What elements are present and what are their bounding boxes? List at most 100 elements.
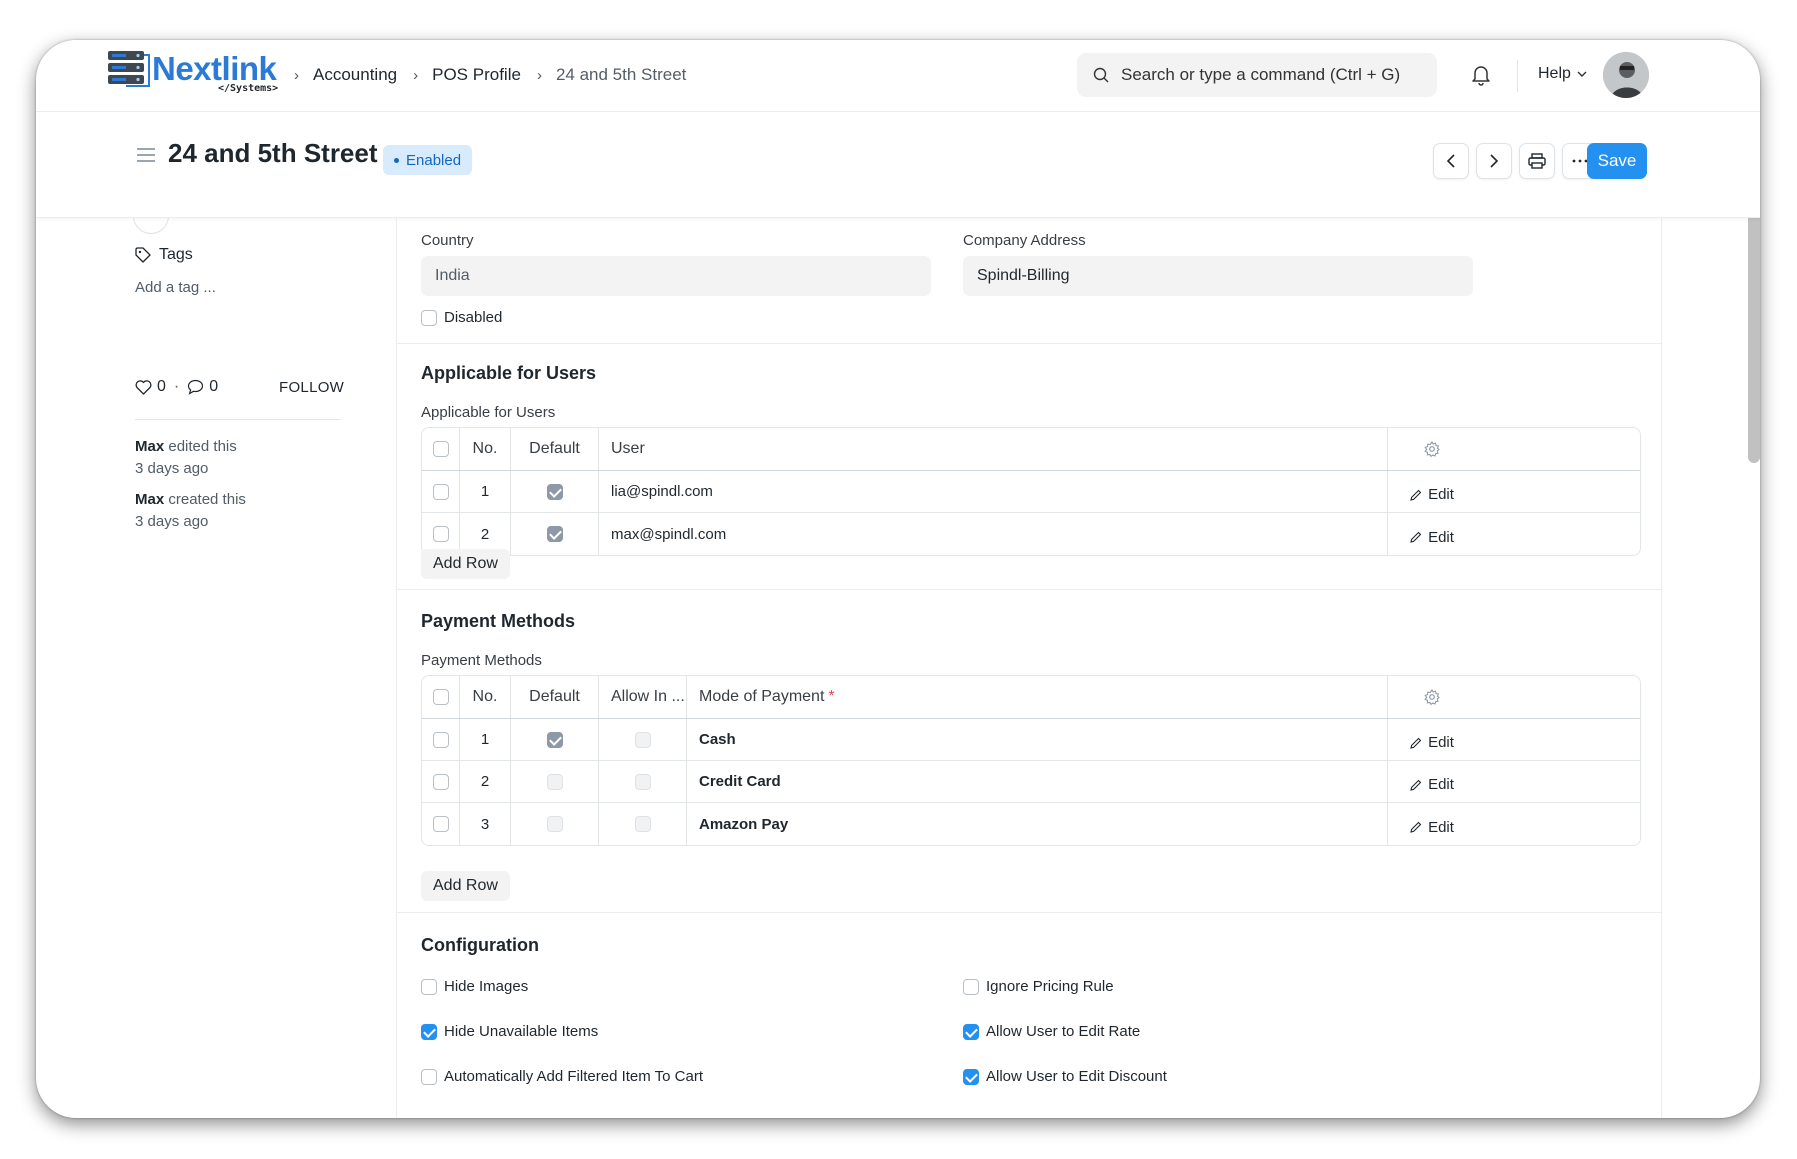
activity-user[interactable]: Max [135, 491, 164, 508]
activity-user[interactable]: Max [135, 438, 164, 455]
hide-unavailable-items-checkbox[interactable] [421, 1024, 437, 1040]
tags-label: Tags [135, 246, 193, 264]
avatar[interactable] [1603, 52, 1649, 98]
table-row[interactable]: 1 lia@spindl.com Edit [422, 471, 1640, 513]
allow-checkbox[interactable] [634, 816, 651, 832]
default-checkbox[interactable] [546, 816, 563, 832]
sidebar-divider [135, 419, 341, 420]
default-checkbox[interactable] [546, 773, 563, 790]
column-header: Mode of Payment * [687, 676, 1388, 718]
add-row-button[interactable]: Add Row [421, 549, 510, 579]
mode-of-payment-value: Cash [699, 731, 736, 748]
chevron-right-icon: › [413, 66, 419, 84]
user-cell[interactable]: lia@spindl.com [599, 471, 1388, 512]
row-number: 2 [460, 761, 511, 802]
heart-icon[interactable] [135, 379, 152, 395]
edit-cell: Edit [1388, 719, 1476, 760]
activity-time: 3 days ago [135, 513, 209, 530]
status-dot [394, 157, 399, 163]
logo[interactable]: Nextlink </Systems> [106, 50, 281, 96]
hamburger-icon[interactable] [136, 147, 156, 163]
row-checkbox[interactable] [432, 731, 449, 748]
table-row[interactable]: 3 Amazon Pay Edit [422, 803, 1640, 845]
row-select-cell [422, 803, 460, 845]
hide-unavailable-items-label: Hide Unavailable Items [444, 1023, 599, 1040]
add-tag-link[interactable]: Add a tag ... [135, 279, 216, 296]
row-number: 3 [460, 803, 511, 845]
edit-row-button[interactable]: Edit [1410, 486, 1454, 503]
allow-edit-discount-checkbox[interactable] [963, 1069, 979, 1085]
row-checkbox[interactable] [432, 773, 449, 790]
users-table-label: Applicable for Users [421, 404, 556, 421]
tag-icon [135, 247, 151, 263]
page-title: 24 and 5th Street [168, 138, 378, 168]
country-field[interactable]: India [421, 256, 931, 296]
column-header: User [599, 428, 1388, 470]
user-cell[interactable]: max@spindl.com [599, 513, 1388, 555]
row-checkbox[interactable] [432, 526, 449, 542]
table-row[interactable]: 2 max@spindl.com Edit [422, 513, 1640, 555]
pencil-icon [1410, 737, 1422, 749]
row-number: 1 [460, 719, 511, 760]
help-dropdown[interactable]: Help [1538, 65, 1587, 83]
previous-button[interactable] [1433, 143, 1469, 179]
allow-edit-rate-checkbox[interactable] [963, 1024, 979, 1040]
ignore-pricing-rule-checkbox[interactable] [963, 979, 979, 995]
navbar-divider [1517, 60, 1518, 92]
mode-cell[interactable]: Cash [687, 719, 1388, 760]
allow-cell [599, 719, 687, 760]
default-checkbox[interactable] [546, 526, 563, 542]
configuration-section: Configuration Hide Images Hide Unavailab… [397, 913, 1661, 1118]
gear-icon[interactable] [1424, 441, 1440, 457]
default-checkbox[interactable] [546, 483, 563, 500]
breadcrumb-current[interactable]: 24 and 5th Street [556, 65, 686, 85]
table-row[interactable]: 1 Cash Edit [422, 719, 1640, 761]
breadcrumb-accounting[interactable]: Accounting [313, 65, 397, 85]
mode-cell[interactable]: Credit Card [687, 761, 1388, 802]
edit-row-button[interactable]: Edit [1410, 529, 1454, 546]
company-address-field[interactable]: Spindl-Billing [963, 256, 1473, 296]
save-button[interactable]: Save [1587, 143, 1647, 179]
auto-add-filtered-item-label: Automatically Add Filtered Item To Cart [444, 1068, 703, 1085]
table-row[interactable]: 2 Credit Card Edit [422, 761, 1640, 803]
allow-checkbox[interactable] [634, 731, 651, 748]
row-checkbox[interactable] [432, 483, 449, 500]
gear-icon[interactable] [1424, 689, 1440, 705]
bell-icon[interactable] [1471, 64, 1491, 86]
activity-action: edited this [168, 438, 237, 455]
activity-action: created this [168, 491, 246, 508]
edit-row-button[interactable]: Edit [1410, 734, 1454, 751]
mode-cell[interactable]: Amazon Pay [687, 803, 1388, 845]
breadcrumb-pos-profile[interactable]: POS Profile [432, 65, 521, 85]
select-all-checkbox[interactable] [432, 441, 449, 457]
disabled-checkbox[interactable] [421, 310, 437, 326]
row-select-cell [422, 761, 460, 802]
payment-table: No. Default Allow In ... Mode of Payment… [421, 675, 1641, 846]
edit-label: Edit [1428, 486, 1454, 503]
edit-label: Edit [1428, 528, 1454, 546]
auto-add-filtered-item-checkbox[interactable] [421, 1069, 437, 1085]
comments-count: 0 [209, 378, 219, 395]
settings-cell [1388, 676, 1476, 718]
hide-images-checkbox[interactable] [421, 979, 437, 995]
follow-button[interactable]: FOLLOW [279, 379, 344, 396]
allow-checkbox[interactable] [634, 773, 651, 790]
allow-cell [599, 761, 687, 802]
next-button[interactable] [1476, 143, 1512, 179]
select-all-checkbox[interactable] [432, 689, 449, 705]
edit-cell: Edit [1388, 761, 1476, 802]
edit-cell: Edit [1388, 513, 1476, 555]
edit-row-button[interactable]: Edit [1410, 819, 1454, 836]
edit-row-button[interactable]: Edit [1410, 776, 1454, 793]
add-row-button[interactable]: Add Row [421, 871, 510, 901]
search-input[interactable]: Search or type a command (Ctrl + G) [1077, 53, 1437, 97]
default-cell [511, 471, 599, 512]
column-header: No. [460, 676, 511, 718]
page-head: 24 and 5th Street Enabled Save [36, 112, 1760, 218]
comment-icon[interactable] [187, 379, 204, 395]
users-section: Applicable for Users Applicable for User… [397, 344, 1661, 590]
row-checkbox[interactable] [432, 816, 449, 832]
pencil-icon [1410, 531, 1422, 543]
print-button[interactable] [1519, 143, 1555, 179]
default-checkbox[interactable] [546, 731, 563, 748]
